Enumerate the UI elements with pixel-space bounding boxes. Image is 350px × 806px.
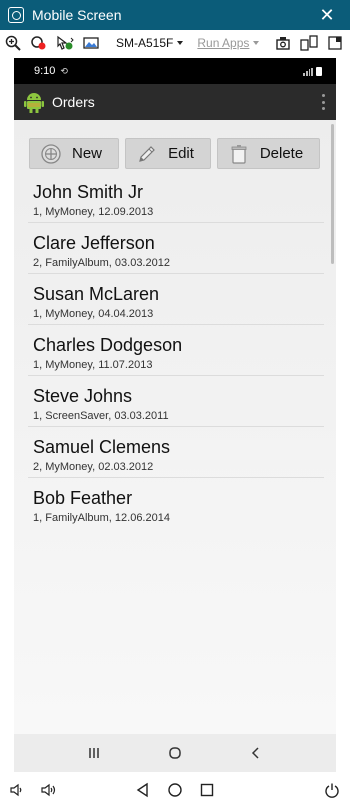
delete-button-label: Delete [259,145,304,162]
list-item[interactable]: Susan McLaren 1, MyMoney, 04.04.2013 [28,274,324,325]
order-detail: 1, MyMoney, 11.07.2013 [33,359,153,371]
order-detail: 2, FamilyAlbum, 03.03.2012 [33,257,170,269]
window-icon[interactable] [322,31,348,55]
device-label: SM-A515F [116,36,174,50]
battery-icon [316,67,322,76]
home-icon[interactable] [165,780,185,800]
rotate-icon[interactable] [296,31,322,55]
orders-content: New Edit Delete John Smith Jr 1, MyMoney… [14,120,336,734]
volume-up-icon[interactable] [39,780,59,800]
orders-list: John Smith Jr 1, MyMoney, 12.09.2013 Cla… [28,172,324,529]
chevron-down-icon [253,41,260,45]
chevron-down-icon [177,41,184,45]
window-title: Mobile Screen [32,7,122,23]
back-icon[interactable] [133,780,153,800]
device-control-bar [0,774,350,806]
list-item[interactable]: Charles Dodgeson 1, MyMoney, 11.07.2013 [28,325,324,376]
list-item[interactable]: Bob Feather 1, FamilyAlbum, 12.06.2014 [28,478,324,529]
new-button-label: New [71,145,102,162]
android-icon [24,91,44,113]
list-item[interactable]: Clare Jefferson 2, FamilyAlbum, 03.03.20… [28,223,324,274]
signal-icon [303,68,313,76]
home-icon[interactable] [165,743,185,763]
page-title: Orders [52,94,95,110]
order-name: Steve Johns [33,386,133,406]
order-name: Bob Feather [33,488,133,508]
list-item[interactable]: Samuel Clemens 2, MyMoney, 02.03.2012 [28,427,324,478]
order-detail: 1, MyMoney, 12.09.2013 [33,206,154,218]
recents-icon[interactable] [84,743,104,763]
delete-button[interactable]: Delete [217,138,320,169]
list-scrollbar[interactable] [331,124,334,264]
edit-button-label: Edit [168,145,194,162]
list-item[interactable]: Steve Johns 1, ScreenSaver, 03.03.2011 [28,376,324,427]
order-name: John Smith Jr [33,182,144,202]
status-time: 9:10 [34,65,56,77]
device-selector[interactable]: SM-A515F [116,36,184,50]
new-button[interactable]: New [29,138,119,169]
zoom-icon[interactable] [0,31,26,55]
power-icon[interactable] [322,780,342,800]
order-name: Samuel Clemens [33,437,171,457]
overflow-menu-icon[interactable] [322,94,326,110]
order-detail: 1, ScreenSaver, 03.03.2011 [33,410,169,422]
android-status-bar: 9:10 ⟲ [14,58,336,84]
order-name: Susan McLaren [33,284,160,304]
order-name: Charles Dodgeson [33,335,183,355]
back-icon[interactable] [246,743,266,763]
pointer-icon[interactable] [52,31,78,55]
android-nav-bar [14,734,336,772]
app-icon [8,7,24,23]
run-apps-dropdown[interactable]: Run Apps [197,36,260,50]
phone-screen: 9:10 ⟲ Orders New Edit Delete John Smith… [14,58,336,772]
order-name: Clare Jefferson [33,233,155,253]
order-detail: 1, FamilyAlbum, 12.06.2014 [33,512,170,524]
edit-button[interactable]: Edit [125,138,211,169]
volume-down-icon[interactable] [7,780,27,800]
run-apps-label: Run Apps [197,36,250,50]
toolbar: SM-A515F Run Apps [0,30,350,56]
overview-icon[interactable] [197,780,217,800]
order-detail: 2, MyMoney, 02.03.2012 [33,461,154,473]
app-action-bar: Orders [14,84,336,120]
record-icon[interactable] [26,31,52,55]
order-detail: 1, MyMoney, 04.04.2013 [33,308,154,320]
screenshot-icon[interactable] [270,31,296,55]
image-icon[interactable] [78,31,104,55]
sync-icon: ⟲ [60,65,68,76]
window-titlebar: Mobile Screen ✕ [0,0,350,30]
close-icon[interactable]: ✕ [304,0,350,30]
list-item[interactable]: John Smith Jr 1, MyMoney, 12.09.2013 [28,172,324,223]
